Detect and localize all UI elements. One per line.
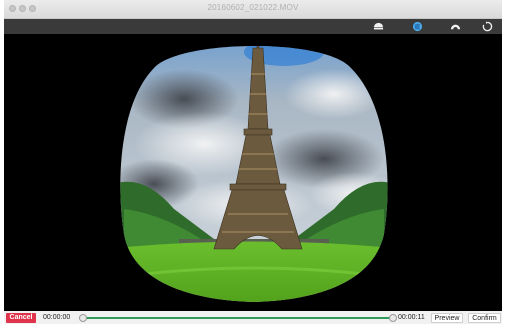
view-mode-toolbar — [4, 19, 502, 34]
dome-view-icon[interactable] — [450, 21, 461, 32]
globe-view-icon[interactable] — [412, 21, 423, 32]
fisheye-video-frame — [120, 45, 388, 303]
title-bar: 20160602_021022.MOV — [4, 0, 502, 19]
hemisphere-view-icon[interactable] — [373, 21, 384, 32]
reset-rotate-icon[interactable] — [482, 21, 493, 32]
cancel-button[interactable]: Cancel — [6, 313, 36, 323]
start-time: 00:00:00 — [43, 314, 71, 321]
timeline-end-handle[interactable] — [389, 314, 397, 322]
timeline-start-handle[interactable] — [79, 314, 87, 322]
playback-bar: Cancel 00:00:00 00:00:11 Preview Confirm — [4, 311, 502, 324]
end-time: 00:00:11 — [398, 314, 425, 321]
confirm-button[interactable]: Confirm — [468, 313, 501, 323]
preview-button[interactable]: Preview — [431, 313, 463, 323]
video-editor-window: 20160602_021022.MOV Cancel 00:00:00 00:0… — [4, 0, 502, 324]
timeline-track[interactable] — [83, 317, 393, 319]
window-title: 20160602_021022.MOV — [207, 3, 299, 12]
video-preview-area[interactable] — [4, 34, 502, 310]
